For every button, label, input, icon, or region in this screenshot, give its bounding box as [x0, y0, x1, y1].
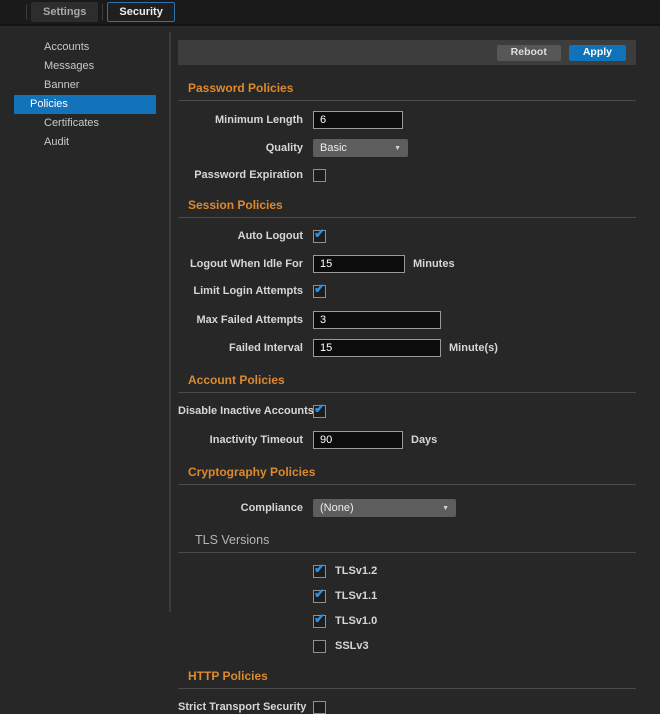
sidebar: Accounts Messages Banner Policies Certif… [0, 28, 170, 152]
compliance-label: Compliance [178, 502, 303, 514]
top-tab-bar: Settings Security [0, 0, 660, 26]
strict-transport-checkbox[interactable]: ✔ [313, 701, 326, 714]
inactivity-timeout-input[interactable] [313, 431, 403, 449]
tlsv1-1-checkbox[interactable]: ✔ [313, 590, 326, 603]
inactivity-timeout-label: Inactivity Timeout [178, 434, 303, 446]
tab-settings[interactable]: Settings [31, 2, 98, 22]
limit-login-row: Limit Login Attempts ✔ [178, 284, 636, 298]
failed-interval-input[interactable] [313, 339, 441, 357]
tab-divider [26, 4, 27, 20]
disable-inactive-checkbox[interactable]: ✔ [313, 405, 326, 418]
failed-interval-row: Failed Interval Minute(s) [178, 339, 636, 357]
password-expiration-label: Password Expiration [178, 169, 303, 181]
max-failed-label: Max Failed Attempts [178, 314, 303, 326]
check-icon: ✔ [314, 587, 325, 600]
failed-interval-label: Failed Interval [178, 342, 303, 354]
tlsv1-0-label: TLSv1.0 [335, 615, 377, 627]
logout-idle-row: Logout When Idle For Minutes [178, 255, 636, 273]
section-title-cryptography-policies: Cryptography Policies [188, 465, 636, 479]
tlsv1-2-row: ✔ TLSv1.2 [178, 564, 636, 578]
minimum-length-label: Minimum Length [178, 114, 303, 126]
failed-interval-unit: Minute(s) [449, 342, 498, 354]
quality-dropdown-value: Basic [320, 142, 388, 154]
chevron-down-icon: ▼ [442, 505, 449, 512]
check-icon: ✔ [314, 562, 325, 575]
apply-button[interactable]: Apply [569, 45, 626, 61]
section-title-password-policies: Password Policies [188, 81, 636, 95]
tlsv1-0-checkbox[interactable]: ✔ [313, 615, 326, 628]
section-divider [178, 392, 636, 393]
compliance-row: Compliance (None) ▼ [178, 499, 636, 517]
inactivity-timeout-unit: Days [411, 434, 437, 446]
sidebar-content-divider [169, 32, 171, 612]
section-divider [178, 688, 636, 689]
logout-idle-label: Logout When Idle For [178, 258, 303, 270]
sslv3-checkbox[interactable]: ✔ [313, 640, 326, 653]
limit-login-checkbox[interactable]: ✔ [313, 285, 326, 298]
quality-label: Quality [178, 142, 303, 154]
auto-logout-label: Auto Logout [178, 230, 303, 242]
tlsv1-0-row: ✔ TLSv1.0 [178, 614, 636, 628]
auto-logout-checkbox[interactable]: ✔ [313, 230, 326, 243]
disable-inactive-row: Disable Inactive Accounts ✔ [178, 404, 636, 418]
sslv3-row: ✔ SSLv3 [178, 639, 636, 653]
tlsv1-1-label: TLSv1.1 [335, 590, 377, 602]
reboot-button[interactable]: Reboot [497, 45, 561, 61]
password-expiration-checkbox[interactable]: ✔ [313, 169, 326, 182]
strict-transport-row: Strict Transport Security ✔ [178, 700, 636, 714]
inactivity-timeout-row: Inactivity Timeout Days [178, 431, 636, 449]
tab-security[interactable]: Security [107, 2, 174, 22]
section-title-tls-versions: TLS Versions [195, 533, 636, 547]
tlsv1-2-label: TLSv1.2 [335, 565, 377, 577]
chevron-down-icon: ▼ [394, 145, 401, 152]
tab-divider [102, 4, 103, 20]
check-icon: ✔ [314, 402, 325, 415]
action-toolbar: Reboot Apply [178, 40, 636, 65]
section-title-account-policies: Account Policies [188, 373, 636, 387]
quality-dropdown[interactable]: Basic ▼ [313, 139, 408, 157]
disable-inactive-label: Disable Inactive Accounts [178, 405, 303, 417]
sidebar-item-banner[interactable]: Banner [14, 76, 156, 95]
password-expiration-row: Password Expiration ✔ [178, 168, 636, 182]
sidebar-item-messages[interactable]: Messages [14, 57, 156, 76]
minimum-length-input[interactable] [313, 111, 403, 129]
section-divider [178, 100, 636, 101]
sidebar-item-accounts[interactable]: Accounts [14, 38, 156, 57]
section-divider [178, 552, 636, 553]
check-icon: ✔ [314, 612, 325, 625]
compliance-dropdown[interactable]: (None) ▼ [313, 499, 456, 517]
minimum-length-row: Minimum Length [178, 111, 636, 129]
section-divider [178, 217, 636, 218]
section-title-session-policies: Session Policies [188, 198, 636, 212]
sidebar-item-audit[interactable]: Audit [14, 133, 156, 152]
quality-row: Quality Basic ▼ [178, 139, 636, 157]
sidebar-item-certificates[interactable]: Certificates [14, 114, 156, 133]
check-icon: ✔ [314, 227, 325, 240]
sidebar-item-policies[interactable]: Policies [14, 95, 156, 114]
logout-idle-input[interactable] [313, 255, 405, 273]
logout-idle-unit: Minutes [413, 258, 455, 270]
max-failed-input[interactable] [313, 311, 441, 329]
auto-logout-row: Auto Logout ✔ [178, 229, 636, 243]
check-icon: ✔ [314, 282, 325, 295]
policies-panel: Reboot Apply Password Policies Minimum L… [178, 26, 636, 714]
limit-login-label: Limit Login Attempts [178, 285, 303, 297]
compliance-dropdown-value: (None) [320, 502, 436, 514]
strict-transport-label: Strict Transport Security [178, 701, 303, 713]
section-title-http-policies: HTTP Policies [188, 669, 636, 683]
sslv3-label: SSLv3 [335, 640, 369, 652]
tlsv1-1-row: ✔ TLSv1.1 [178, 589, 636, 603]
max-failed-row: Max Failed Attempts [178, 311, 636, 329]
tlsv1-2-checkbox[interactable]: ✔ [313, 565, 326, 578]
section-divider [178, 484, 636, 485]
